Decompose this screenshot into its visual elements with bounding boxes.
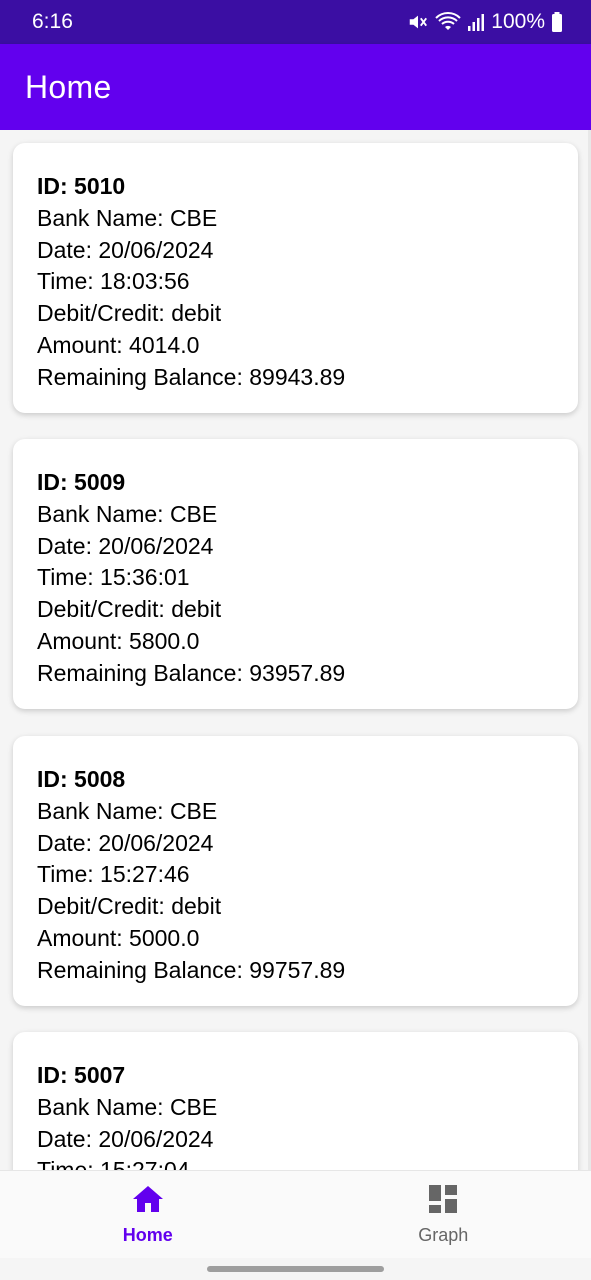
transaction-bank: Bank Name: CBE [37,500,218,527]
transaction-type: Debit/Credit: debit [37,596,222,623]
home-icon [131,1184,165,1219]
app-screen: 6:16 100% Home ID: 5010 Bank Name: CBE D… [0,0,591,1280]
transaction-date: Date: 20/06/2024 [37,829,214,856]
transaction-time: Time: 15:36:01 [37,564,190,591]
transaction-type: Debit/Credit: debit [37,300,222,327]
transaction-date: Date: 20/06/2024 [37,1125,214,1152]
transaction-card[interactable]: ID: 5010 Bank Name: CBE Date: 20/06/2024… [13,143,578,413]
nav-item-graph[interactable]: Graph [296,1171,591,1258]
battery-icon [551,11,563,33]
status-bar: 6:16 100% [0,0,591,44]
transaction-date: Date: 20/06/2024 [37,236,214,263]
transaction-bank: Bank Name: CBE [37,797,218,824]
transaction-card[interactable]: ID: 5008 Bank Name: CBE Date: 20/06/2024… [13,736,578,1006]
transaction-type: Debit/Credit: debit [37,893,222,920]
transaction-id: ID: 5010 [37,173,126,199]
nav-item-home[interactable]: Home [0,1171,296,1258]
battery-percent: 100% [491,10,545,33]
transaction-bank: Bank Name: CBE [37,1093,218,1120]
transaction-id: ID: 5009 [37,469,126,495]
nav-label-graph: Graph [418,1224,469,1245]
status-time: 6:16 [32,10,73,33]
dashboard-icon [428,1184,458,1219]
transaction-balance: Remaining Balance: 99757.89 [37,956,346,983]
transaction-bank: Bank Name: CBE [37,204,218,231]
transaction-time: Time: 15:27:04 [37,1155,554,1170]
transaction-date: Date: 20/06/2024 [37,532,214,559]
status-icons: 100% [407,10,563,34]
transaction-time: Time: 15:27:46 [37,861,190,888]
transaction-amount: Amount: 4014.0 [37,331,200,358]
page-title: Home [25,68,112,105]
wifi-icon [435,11,461,33]
transaction-time: Time: 18:03:56 [37,268,190,295]
transaction-id: ID: 5008 [37,766,126,792]
transaction-amount: Amount: 5000.0 [37,924,200,951]
transaction-card[interactable]: ID: 5009 Bank Name: CBE Date: 20/06/2024… [13,439,578,709]
transaction-card[interactable]: ID: 5007 Bank Name: CBE Date: 20/06/2024… [13,1032,578,1170]
transaction-list[interactable]: ID: 5010 Bank Name: CBE Date: 20/06/2024… [0,130,591,1170]
gesture-area [0,1258,591,1280]
transaction-amount: Amount: 5800.0 [37,627,200,654]
gesture-handle[interactable] [207,1266,384,1272]
transaction-id: ID: 5007 [37,1062,126,1088]
app-bar: Home [0,44,591,130]
transaction-balance: Remaining Balance: 93957.89 [37,659,346,686]
transaction-balance: Remaining Balance: 89943.89 [37,363,346,390]
nav-label-home: Home [122,1224,173,1245]
signal-icon [467,12,485,32]
bottom-navigation: Home Graph [0,1170,591,1258]
mute-icon [407,11,429,33]
